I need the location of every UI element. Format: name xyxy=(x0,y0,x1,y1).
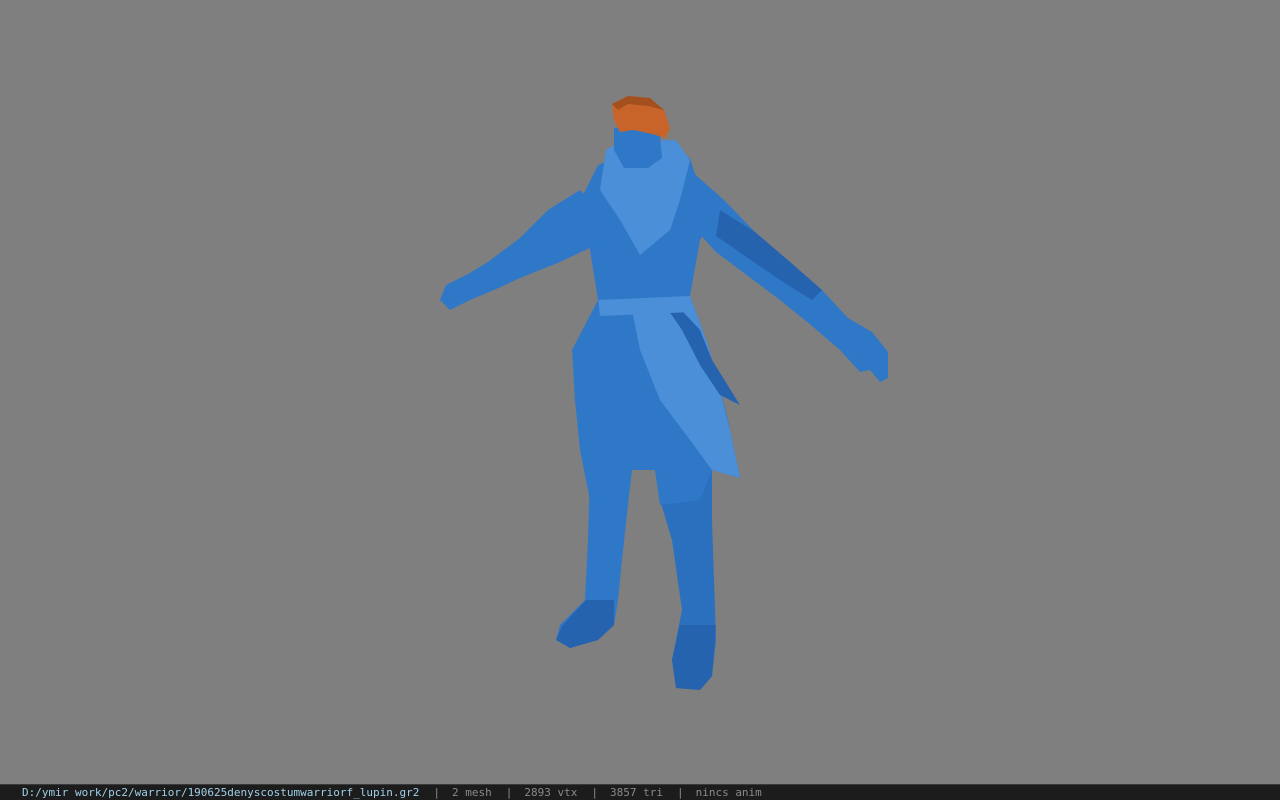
vertex-count: 2893 vtx xyxy=(524,786,578,799)
character-model[interactable] xyxy=(0,0,1280,784)
separator: | xyxy=(505,786,513,799)
mesh-count: 2 mesh xyxy=(451,786,492,799)
3d-viewport[interactable] xyxy=(0,0,1280,784)
separator: | xyxy=(591,786,598,799)
separator: | xyxy=(676,786,684,799)
left-boot-shade xyxy=(556,600,614,648)
anim-status: nincs anim xyxy=(695,786,762,799)
file-path: D:/ymir work/pc2/warrior/190625denyscost… xyxy=(22,786,420,799)
right-boot-shade xyxy=(672,625,716,690)
left-arm xyxy=(440,190,598,310)
triangle-count: 3857 tri xyxy=(609,786,663,799)
separator: | xyxy=(433,786,440,799)
status-bar: D:/ymir work/pc2/warrior/190625denyscost… xyxy=(0,784,1280,800)
